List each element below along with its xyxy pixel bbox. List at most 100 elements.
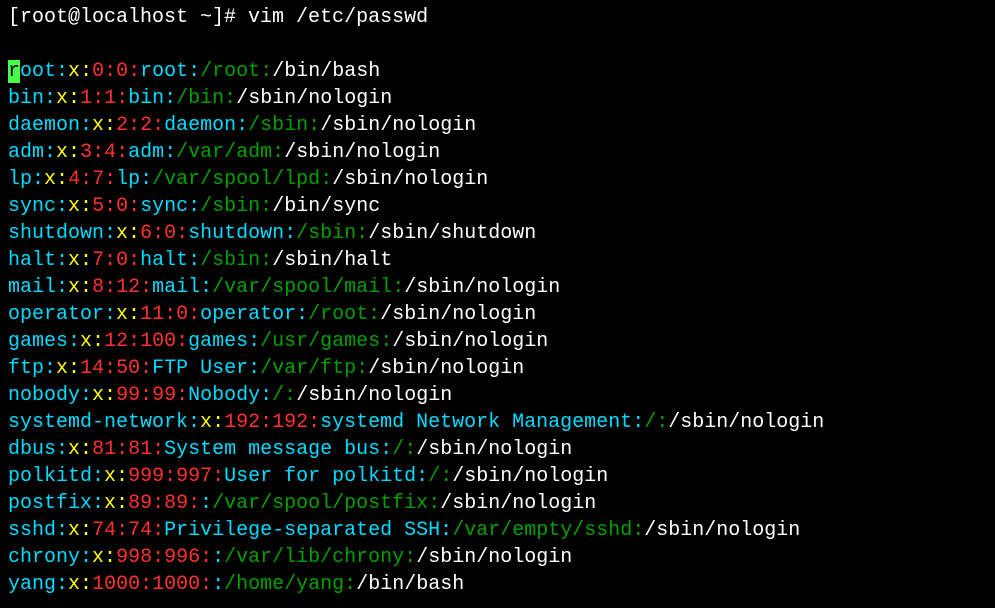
gid-field: 0 — [176, 303, 188, 326]
password-field: x — [104, 465, 116, 488]
username: systemd-network — [8, 411, 188, 434]
home-field: /usr/games — [260, 330, 380, 353]
passwd-entry: bin:x:1:1:bin:/bin:/sbin/nologin — [8, 85, 987, 112]
home-field: /var/spool/lpd — [152, 168, 320, 191]
username: yang — [8, 573, 56, 596]
username: dbus — [8, 438, 56, 461]
password-field: x — [68, 519, 80, 542]
shell-field: /sbin/nologin — [320, 114, 476, 137]
home-field: / — [272, 384, 284, 407]
passwd-entry: root:x:0:0:root:/root:/bin/bash — [8, 58, 987, 85]
shell-field: /sbin/nologin — [668, 411, 824, 434]
comment-field: adm — [128, 141, 164, 164]
username: sshd — [8, 519, 56, 542]
gid-field: 996 — [164, 546, 200, 569]
passwd-entry: postfix:x:89:89::/var/spool/postfix:/sbi… — [8, 490, 987, 517]
password-field: x — [116, 303, 128, 326]
password-field: x — [68, 249, 80, 272]
gid-field: 4 — [104, 141, 116, 164]
passwd-entry: sync:x:5:0:sync:/sbin:/bin/sync — [8, 193, 987, 220]
uid-field: 192 — [224, 411, 260, 434]
uid-field: 4 — [68, 168, 80, 191]
shell-field: /bin/sync — [272, 195, 380, 218]
comment-field: System message bus — [164, 438, 380, 461]
gid-field: 89 — [164, 492, 188, 515]
uid-field: 1 — [80, 87, 92, 110]
shell-field: /sbin/nologin — [284, 141, 440, 164]
username: ftp — [8, 357, 44, 380]
comment-field: daemon — [164, 114, 236, 137]
uid-field: 999 — [128, 465, 164, 488]
password-field: x — [68, 276, 80, 299]
passwd-entry: halt:x:7:0:halt:/sbin:/sbin/halt — [8, 247, 987, 274]
username: sync — [8, 195, 56, 218]
passwd-entry: adm:x:3:4:adm:/var/adm:/sbin/nologin — [8, 139, 987, 166]
shell-field: /sbin/nologin — [392, 330, 548, 353]
gid-field: 50 — [116, 357, 140, 380]
uid-field: 14 — [80, 357, 104, 380]
file-content[interactable]: root:x:0:0:root:/root:/bin/bashbin:x:1:1… — [8, 58, 987, 598]
passwd-entry: chrony:x:998:996::/var/lib/chrony:/sbin/… — [8, 544, 987, 571]
passwd-entry: nobody:x:99:99:Nobody:/:/sbin/nologin — [8, 382, 987, 409]
password-field: x — [56, 357, 68, 380]
home-field: /var/adm — [176, 141, 272, 164]
username: polkitd — [8, 465, 92, 488]
password-field: x — [44, 168, 56, 191]
shell-field: /sbin/shutdown — [368, 222, 536, 245]
home-field: / — [428, 465, 440, 488]
home-field: /sbin — [200, 249, 260, 272]
shell-field: /sbin/nologin — [296, 384, 452, 407]
passwd-entry: ftp:x:14:50:FTP User:/var/ftp:/sbin/nolo… — [8, 355, 987, 382]
username: operator — [8, 303, 104, 326]
uid-field: 3 — [80, 141, 92, 164]
username: mail — [8, 276, 56, 299]
gid-field: 12 — [116, 276, 140, 299]
home-field: /var/lib/chrony — [224, 546, 404, 569]
gid-field: 192 — [272, 411, 308, 434]
username: shutdown — [8, 222, 104, 245]
passwd-entry: daemon:x:2:2:daemon:/sbin:/sbin/nologin — [8, 112, 987, 139]
password-field: x — [200, 411, 212, 434]
blank-line — [8, 31, 987, 58]
password-field: x — [68, 60, 80, 83]
comment-field: systemd Network Management — [320, 411, 632, 434]
uid-field: 99 — [116, 384, 140, 407]
password-field: x — [68, 438, 80, 461]
password-field: x — [56, 87, 68, 110]
shell-field: /sbin/nologin — [440, 492, 596, 515]
comment-field: bin — [128, 87, 164, 110]
gid-field: 997 — [176, 465, 212, 488]
shell-field: /sbin/nologin — [332, 168, 488, 191]
uid-field: 998 — [116, 546, 152, 569]
shell-field: /sbin/nologin — [416, 438, 572, 461]
gid-field: 1000 — [152, 573, 200, 596]
username: nobody — [8, 384, 80, 407]
home-field: /var/empty/sshd — [452, 519, 632, 542]
home-field: /var/spool/mail — [212, 276, 392, 299]
gid-field: 7 — [92, 168, 104, 191]
shell-field: /sbin/nologin — [452, 465, 608, 488]
passwd-entry: sshd:x:74:74:Privilege-separated SSH:/va… — [8, 517, 987, 544]
gid-field: 2 — [140, 114, 152, 137]
password-field: x — [116, 222, 128, 245]
uid-field: 12 — [104, 330, 128, 353]
command-text: vim /etc/passwd — [248, 6, 428, 29]
home-field: /var/spool/postfix — [212, 492, 428, 515]
passwd-entry: yang:x:1000:1000::/home/yang:/bin/bash — [8, 571, 987, 598]
gid-field: 0 — [164, 222, 176, 245]
home-field: /bin — [176, 87, 224, 110]
gid-field: 0 — [116, 60, 128, 83]
username: postfix — [8, 492, 92, 515]
uid-field: 6 — [140, 222, 152, 245]
shell-field: /sbin/halt — [272, 249, 392, 272]
prompt-line: [root@localhost ~]# vim /etc/passwd — [8, 4, 987, 31]
shell-field: /sbin/nologin — [416, 546, 572, 569]
shell-field: /sbin/nologin — [644, 519, 800, 542]
comment-field: root — [140, 60, 188, 83]
home-field: /home/yang — [224, 573, 344, 596]
comment-field: games — [188, 330, 248, 353]
uid-field: 11 — [140, 303, 164, 326]
comment-field: lp — [116, 168, 140, 191]
uid-field: 1000 — [92, 573, 140, 596]
shell-prompt: [root@localhost ~]# — [8, 6, 248, 29]
